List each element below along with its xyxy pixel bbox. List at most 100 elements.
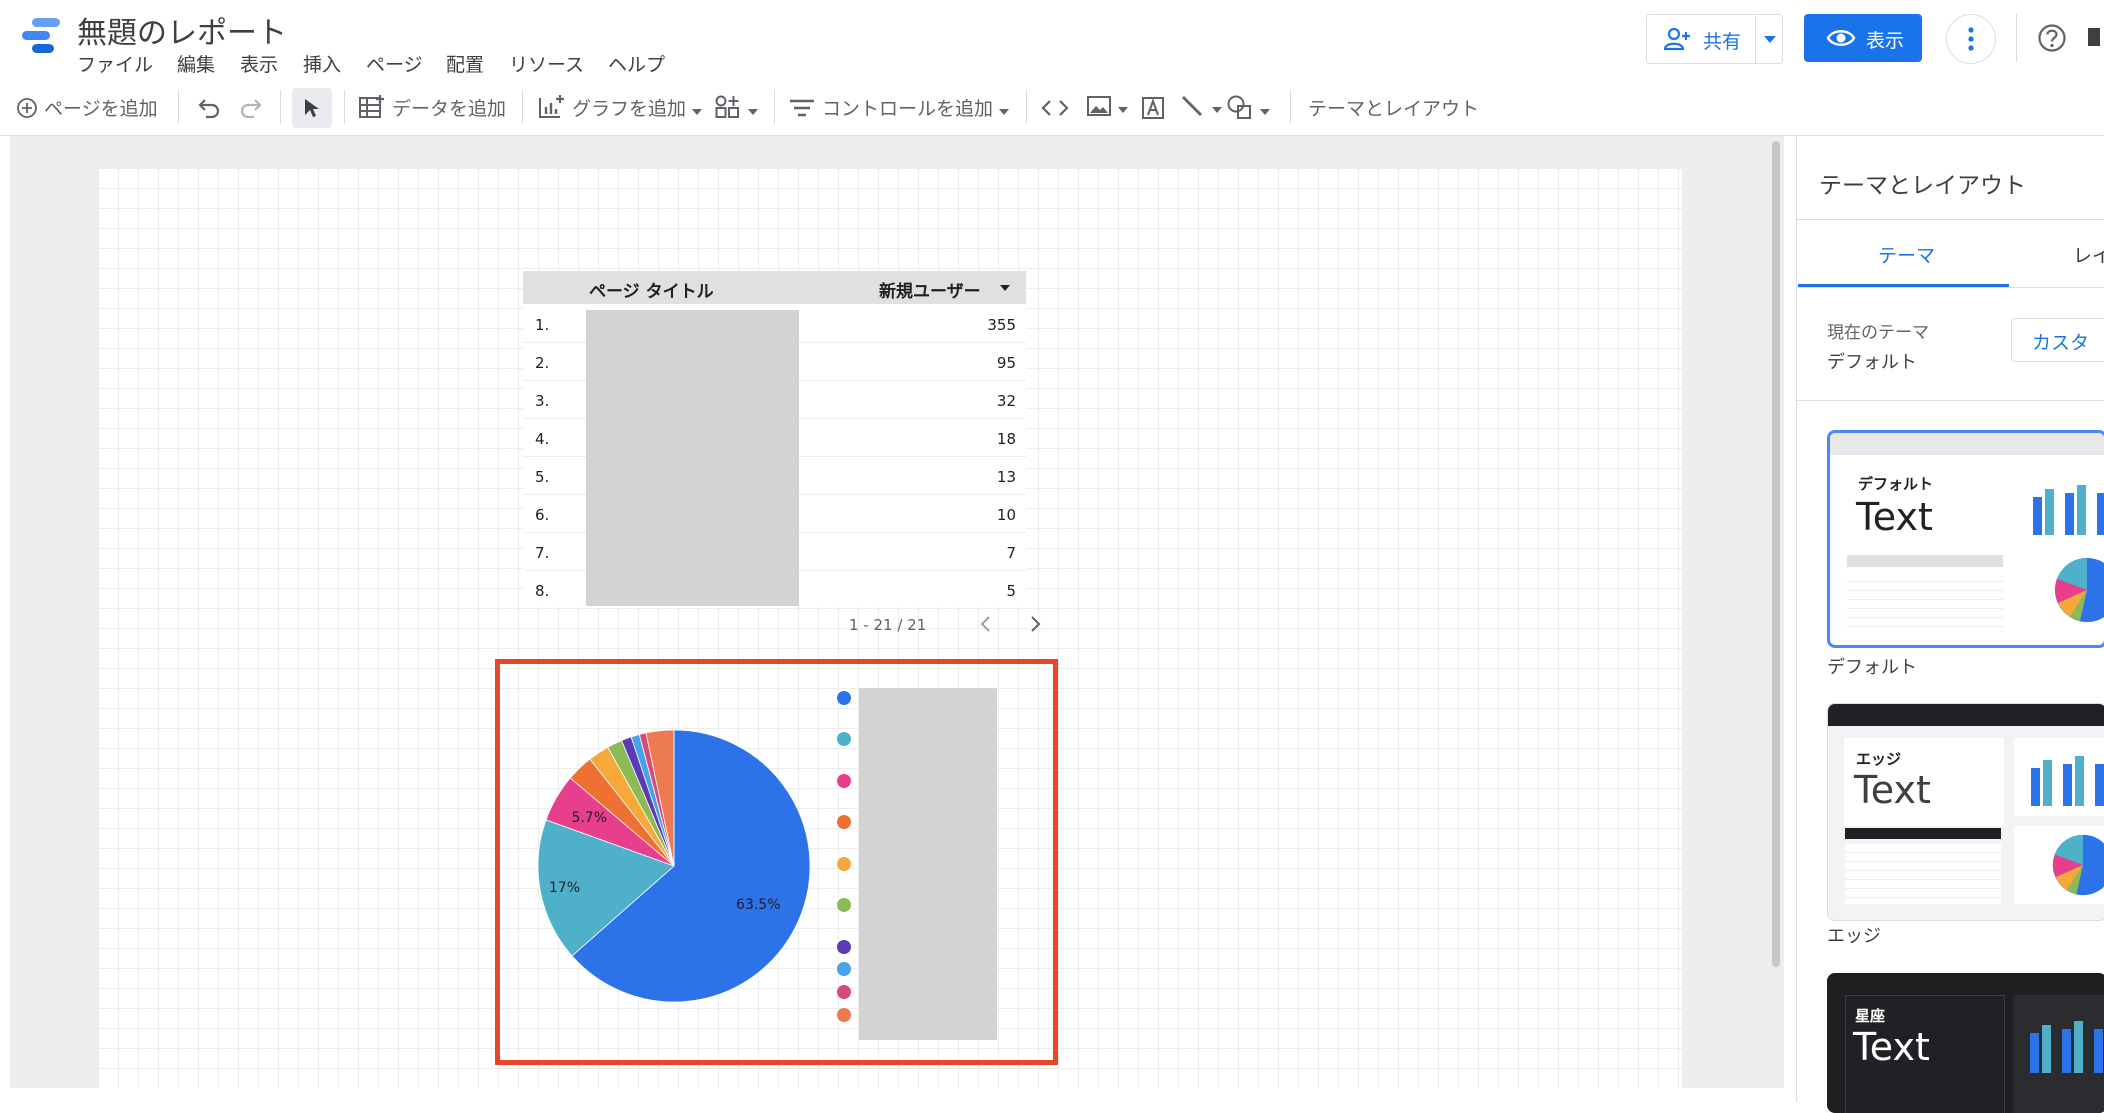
card-bar: [2045, 489, 2054, 535]
embed-code-icon[interactable]: [1040, 98, 1070, 118]
filter-icon: [790, 99, 814, 117]
row-value: 18: [996, 430, 1016, 448]
card-bar: [2042, 1025, 2051, 1073]
add-data-icon: [359, 95, 384, 118]
add-control-button[interactable]: コントロールを追加: [788, 94, 1010, 121]
card-chart-panel: [2014, 738, 2104, 816]
menu-help[interactable]: ヘルプ: [608, 50, 665, 77]
row-index: 4.: [535, 430, 550, 448]
menu-resource[interactable]: リソース: [509, 50, 584, 77]
theme-card-sample-text: Text: [1856, 495, 1933, 539]
toolbar-divider: [1290, 90, 1291, 124]
row-index: 7.: [535, 544, 550, 562]
help-icon[interactable]: [2037, 23, 2067, 53]
redo-icon[interactable]: [238, 96, 264, 120]
share-button[interactable]: 共有: [1646, 14, 1783, 64]
add-page-button[interactable]: ページを追加: [16, 94, 158, 121]
chevron-left-icon[interactable]: [979, 614, 993, 634]
card-bar: [2030, 1033, 2039, 1073]
chevron-right-icon[interactable]: [1028, 614, 1042, 634]
more-options-button[interactable]: [1946, 14, 1996, 64]
share-label: 共有: [1703, 31, 1742, 53]
card-bar: [2062, 1029, 2071, 1073]
add-chart-icon: [539, 95, 564, 118]
add-chart-button[interactable]: グラフを追加: [538, 94, 703, 121]
menu-insert[interactable]: 挿入: [303, 50, 341, 77]
view-label: 表示: [1866, 30, 1905, 52]
theme-layout-button[interactable]: テーマとレイアウト: [1308, 94, 1479, 121]
card-bar: [2097, 493, 2104, 535]
more-vert-icon: [1968, 27, 1974, 51]
theme-card-small-label: 星座: [1855, 1007, 1886, 1025]
card-bar: [2043, 760, 2052, 806]
card-bar: [2065, 493, 2074, 535]
card-placeholder-bar: [1845, 828, 2001, 839]
shape-dropdown-icon: [1260, 109, 1271, 115]
row-index: 6.: [535, 506, 550, 524]
row-index: 8.: [535, 582, 550, 600]
community-viz-button[interactable]: [714, 94, 759, 120]
undo-icon[interactable]: [196, 96, 222, 120]
line-button[interactable]: [1180, 94, 1223, 118]
column-header-new-users[interactable]: 新規ユーザー: [879, 277, 981, 302]
tab-theme[interactable]: テーマ: [1878, 241, 1935, 268]
card-bar: [2033, 497, 2042, 535]
sort-desc-icon[interactable]: [1000, 285, 1010, 291]
card-placeholder-table: [1845, 844, 2001, 904]
card-chart-panel: [2013, 995, 2104, 1113]
row-index: 2.: [535, 354, 550, 372]
share-dropdown-icon[interactable]: [1764, 36, 1776, 43]
tab-layout[interactable]: レイ: [2073, 241, 2104, 268]
image-button[interactable]: [1086, 94, 1129, 118]
apps-icon[interactable]: [2088, 28, 2100, 46]
app-header: 無題のレポート ファイル 編集 表示 挿入 ページ 配置 リソース ヘルプ 共有…: [0, 0, 2104, 80]
column-header-page-title[interactable]: ページ タイトル: [589, 277, 714, 302]
panel-divider: [1796, 287, 2104, 288]
card-bar: [2094, 1029, 2103, 1073]
row-index: 3.: [535, 392, 550, 410]
toolbar-divider: [522, 90, 523, 124]
community-viz-dropdown-icon: [748, 109, 759, 115]
card-header-strip: [1830, 433, 2104, 455]
menu-view[interactable]: 表示: [240, 50, 278, 77]
toolbar-divider: [344, 90, 345, 124]
theme-card-default[interactable]: デフォルト Text: [1827, 430, 2104, 648]
menu-edit[interactable]: 編集: [177, 50, 215, 77]
legend-color-dot: [837, 774, 851, 788]
toolbar-divider: [774, 90, 775, 124]
row-value: 10: [996, 506, 1016, 524]
add-control-dropdown-icon: [999, 109, 1010, 115]
menu-arrange[interactable]: 配置: [446, 50, 484, 77]
customize-button[interactable]: カスタ: [2011, 318, 2104, 362]
legend-color-dot: [837, 1008, 851, 1022]
report-title[interactable]: 無題のレポート: [77, 8, 287, 52]
cursor-arrow-icon: [305, 99, 319, 117]
row-index: 5.: [535, 468, 550, 486]
data-studio-logo-icon[interactable]: [20, 16, 62, 58]
add-chart-dropdown-icon: [692, 109, 703, 115]
pie-chart[interactable]: 63.5% 17% 5.7%: [534, 726, 814, 1006]
legend-color-dot: [837, 940, 851, 954]
menu-file[interactable]: ファイル: [77, 50, 153, 77]
view-button[interactable]: 表示: [1804, 14, 1922, 62]
theme-name-edge: エッジ: [1827, 926, 1881, 947]
table-pagination: 1 - 21 / 21: [849, 614, 1042, 634]
redacted-legend-labels: [859, 688, 997, 1040]
text-box-icon[interactable]: [1140, 95, 1166, 121]
panel-divider: [1796, 400, 2104, 401]
add-control-label: コントロールを追加: [822, 98, 994, 120]
customize-label: カスタ: [2032, 332, 2090, 354]
select-tool-button[interactable]: [292, 88, 332, 128]
canvas-scrollbar[interactable]: [1772, 141, 1780, 967]
row-value: 32: [996, 392, 1016, 410]
card-pie-thumbnail: [2052, 834, 2104, 896]
add-data-button[interactable]: データを追加: [358, 94, 506, 121]
image-icon: [1087, 96, 1111, 116]
card-bar: [2077, 485, 2086, 535]
theme-card-edge[interactable]: エッジ Text: [1827, 703, 2104, 921]
row-value: 5: [1006, 582, 1016, 600]
shape-button[interactable]: [1226, 94, 1271, 120]
theme-card-constellation[interactable]: 星座 Text: [1827, 973, 2104, 1113]
card-bar: [2075, 756, 2084, 806]
menu-page[interactable]: ページ: [366, 50, 423, 77]
